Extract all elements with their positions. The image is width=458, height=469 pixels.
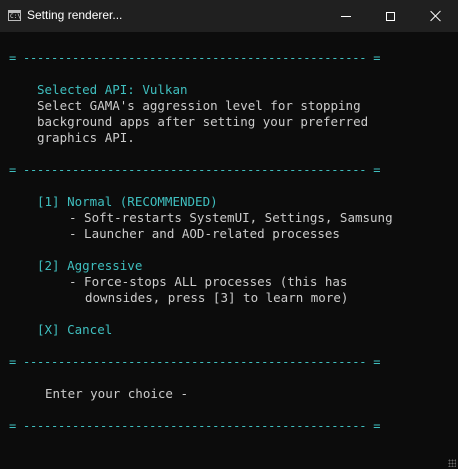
- description-line: graphics API.: [37, 130, 135, 145]
- terminal-window: C:\ Setting renderer... = --------------…: [0, 0, 458, 469]
- description-line: Select GAMA's aggression level for stopp…: [37, 98, 361, 113]
- separator-line: = --------------------------------------…: [9, 163, 381, 177]
- option-normal-label: [1] Normal (RECOMMENDED): [37, 194, 218, 209]
- close-button[interactable]: [413, 0, 458, 32]
- window-title: Setting renderer...: [27, 8, 123, 22]
- title-bar[interactable]: C:\ Setting renderer...: [0, 0, 458, 32]
- separator-line: = --------------------------------------…: [9, 419, 381, 433]
- option-detail: - Launcher and AOD-related processes: [69, 226, 340, 241]
- option-cancel-label: [X] Cancel: [37, 322, 113, 337]
- minimize-button[interactable]: [323, 0, 368, 32]
- minimize-icon: [340, 15, 351, 17]
- maximize-icon: [386, 11, 395, 21]
- terminal-icon: C:\: [8, 10, 21, 21]
- resize-grip[interactable]: [448, 459, 456, 467]
- close-icon: [430, 10, 442, 22]
- selected-api-line: Selected API: Vulkan: [37, 82, 188, 97]
- option-aggressive-label: [2] Aggressive: [37, 258, 143, 273]
- choice-prompt: Enter your choice -: [45, 386, 188, 401]
- separator-line: = --------------------------------------…: [9, 51, 381, 65]
- maximize-button[interactable]: [368, 0, 413, 32]
- option-detail: downsides, press [3] to learn more): [85, 290, 349, 305]
- option-detail: - Force-stops ALL processes (this has: [69, 274, 348, 289]
- option-detail: - Soft-restarts SystemUI, Settings, Sams…: [69, 210, 393, 225]
- separator-line: = --------------------------------------…: [9, 355, 381, 369]
- console-output[interactable]: = --------------------------------------…: [0, 32, 458, 469]
- description-line: background apps after setting your prefe…: [37, 114, 369, 129]
